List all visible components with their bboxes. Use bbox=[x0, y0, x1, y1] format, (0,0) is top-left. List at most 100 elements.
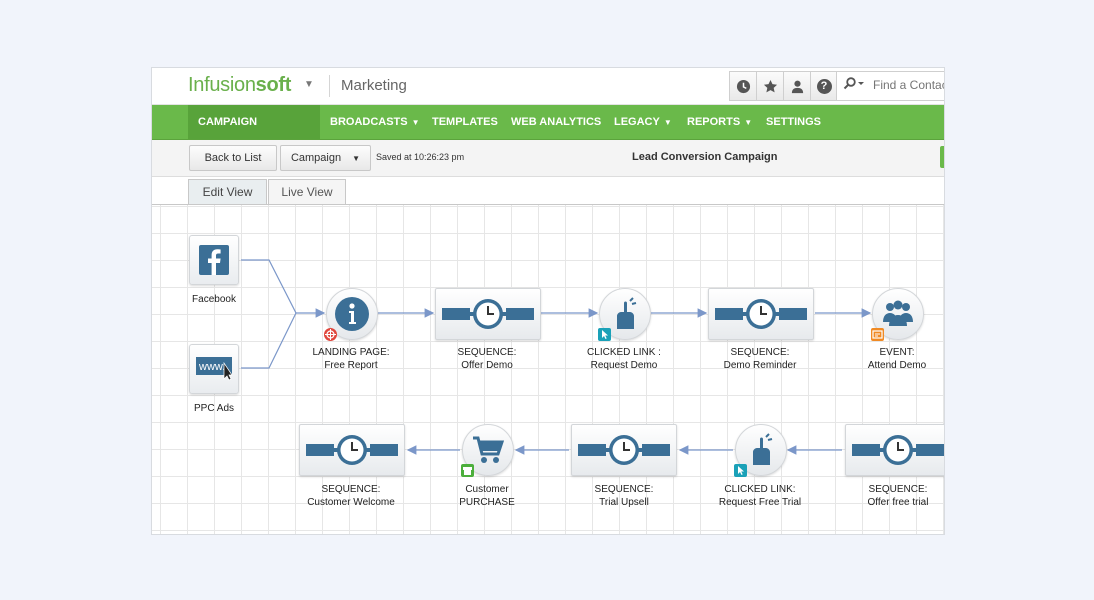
nav-web-analytics[interactable]: WEB ANALYTICS bbox=[511, 105, 601, 139]
main-nav: CAMPAIGN BUILDER▼ BROADCASTS▼ TEMPLATES … bbox=[152, 105, 944, 162]
nav-broadcasts[interactable]: BROADCASTS ▼ bbox=[330, 105, 420, 139]
back-to-list-button[interactable]: Back to List bbox=[189, 145, 277, 171]
nav-templates[interactable]: TEMPLATES bbox=[432, 105, 498, 139]
app-window: Infusionsoft ▼ Marketing ? CAM bbox=[151, 67, 945, 535]
history-icon bbox=[736, 79, 750, 93]
search-icon[interactable] bbox=[843, 77, 865, 94]
facebook-icon bbox=[199, 245, 229, 275]
app-switcher-caret-icon[interactable]: ▼ bbox=[304, 79, 314, 90]
nav-campaign-builder[interactable]: CAMPAIGN BUILDER▼ bbox=[188, 105, 320, 162]
node-label-name: Request Demo bbox=[590, 360, 658, 371]
store-icon bbox=[461, 464, 474, 477]
info-icon bbox=[335, 297, 369, 331]
node-label-name: Offer free trial bbox=[867, 497, 929, 508]
star-icon bbox=[763, 79, 777, 92]
group-people-icon bbox=[883, 300, 913, 326]
cursor-icon bbox=[598, 328, 611, 341]
tab-edit-view[interactable]: Edit View bbox=[188, 179, 267, 204]
node-label-type: Customer bbox=[465, 484, 509, 495]
campaign-menu-button[interactable]: Campaign ▼ bbox=[280, 145, 371, 171]
node-label-name: Attend Demo bbox=[867, 360, 927, 371]
campaign-menu-label: Campaign bbox=[290, 152, 342, 164]
user-icon bbox=[791, 80, 803, 93]
nav-settings[interactable]: SETTINGS bbox=[766, 105, 821, 139]
node-label-type: EVENT: bbox=[879, 347, 915, 358]
ppc-tile[interactable]: www. bbox=[189, 344, 239, 394]
sequence-tile[interactable] bbox=[435, 288, 541, 340]
facebook-tile[interactable] bbox=[189, 235, 239, 285]
campaign-canvas[interactable]: Facebook www. PPC Ads LANDING PAGE: Free … bbox=[152, 205, 944, 534]
nav-label: REPORTS bbox=[687, 116, 741, 128]
node-label-type: CLICKED LINK : bbox=[587, 347, 661, 358]
facebook-label: Facebook bbox=[192, 294, 236, 305]
sequence-timer-icon bbox=[852, 435, 944, 465]
nav-legacy[interactable]: LEGACY ▼ bbox=[614, 105, 672, 139]
node-label: Customer PURCHASE bbox=[417, 483, 557, 509]
sequence-timer-icon bbox=[578, 435, 670, 465]
top-bar: Infusionsoft ▼ Marketing ? bbox=[152, 68, 944, 105]
node-label-name: Free Report bbox=[324, 360, 378, 371]
history-button[interactable] bbox=[729, 71, 756, 101]
node-label: SEQUENCE: Trial Upsell bbox=[554, 483, 694, 509]
event-ticket-icon bbox=[871, 328, 884, 341]
node-label-type: SEQUENCE: bbox=[594, 484, 654, 495]
hand-click-icon bbox=[617, 297, 637, 329]
header-divider bbox=[329, 75, 330, 97]
node-label: SEQUENCE: Offer free trial bbox=[828, 483, 944, 509]
node-label-name: Offer Demo bbox=[461, 360, 513, 371]
sequence-timer-icon bbox=[715, 299, 807, 329]
chevron-down-icon: ▼ bbox=[663, 118, 672, 127]
hand-click-icon bbox=[753, 433, 773, 465]
search-box[interactable] bbox=[836, 71, 944, 101]
infusionsoft-logo[interactable]: Infusionsoft bbox=[188, 74, 291, 97]
node-label-name: Demo Reminder bbox=[723, 360, 797, 371]
campaign-title[interactable]: Lead Conversion Campaign bbox=[632, 151, 777, 163]
view-tabs: Edit View Live View bbox=[152, 177, 944, 205]
nav-label: WEB ANALYTICS bbox=[511, 116, 602, 128]
node-label: SEQUENCE: Demo Reminder bbox=[690, 346, 830, 372]
sequence-tile[interactable] bbox=[299, 424, 405, 476]
node-label-type: SEQUENCE: bbox=[457, 347, 517, 358]
logo-text-light: Infusion bbox=[188, 74, 256, 96]
node-label-type: LANDING PAGE: bbox=[312, 347, 390, 358]
nav-label: LEGACY bbox=[614, 116, 660, 128]
node-label: SEQUENCE: Customer Welcome bbox=[281, 483, 421, 509]
search-input[interactable] bbox=[873, 78, 944, 92]
help-icon: ? bbox=[816, 78, 832, 94]
user-button[interactable] bbox=[783, 71, 810, 101]
sequence-tile[interactable] bbox=[571, 424, 677, 476]
node-label-type: SEQUENCE: bbox=[321, 484, 381, 495]
node-label-name: PURCHASE bbox=[459, 497, 515, 508]
node-label-type: SEQUENCE: bbox=[868, 484, 928, 495]
section-title: Marketing bbox=[341, 77, 407, 94]
sequence-timer-icon bbox=[306, 435, 398, 465]
node-label-name: Request Free Trial bbox=[718, 497, 802, 508]
sequence-timer-icon bbox=[442, 299, 534, 329]
node-label-type: SEQUENCE: bbox=[730, 347, 790, 358]
node-label-name: Customer Welcome bbox=[307, 497, 395, 508]
sequence-tile[interactable] bbox=[845, 424, 944, 476]
node-label: LANDING PAGE: Free Report bbox=[281, 346, 421, 372]
shopping-cart-icon bbox=[473, 436, 505, 463]
node-label: CLICKED LINK: Request Free Trial bbox=[690, 483, 830, 509]
sequence-tile[interactable] bbox=[708, 288, 814, 340]
node-label: EVENT: Attend Demo bbox=[827, 346, 944, 372]
chevron-down-icon: ▼ bbox=[352, 154, 361, 163]
ppc-label: PPC Ads bbox=[193, 403, 235, 414]
nav-label: TEMPLATES bbox=[432, 116, 498, 128]
campaign-toolbar: Back to List Campaign ▼ Saved at 10:26:2… bbox=[152, 140, 944, 177]
favorites-button[interactable] bbox=[756, 71, 783, 101]
help-button[interactable]: ? bbox=[810, 71, 838, 101]
publish-button[interactable] bbox=[940, 146, 944, 168]
node-label-name: Trial Upsell bbox=[599, 497, 649, 508]
nav-label: SETTINGS bbox=[766, 116, 822, 128]
chevron-down-icon: ▼ bbox=[744, 118, 753, 127]
target-icon bbox=[324, 328, 337, 341]
saved-status: Saved at 10:26:23 pm bbox=[376, 152, 465, 162]
logo-text-bold: soft bbox=[255, 74, 292, 96]
nav-reports[interactable]: REPORTS ▼ bbox=[687, 105, 752, 139]
chevron-down-icon: ▼ bbox=[411, 118, 420, 127]
node-label: SEQUENCE: Offer Demo bbox=[417, 346, 557, 372]
tab-live-view[interactable]: Live View bbox=[268, 179, 346, 204]
node-label: CLICKED LINK : Request Demo bbox=[554, 346, 694, 372]
